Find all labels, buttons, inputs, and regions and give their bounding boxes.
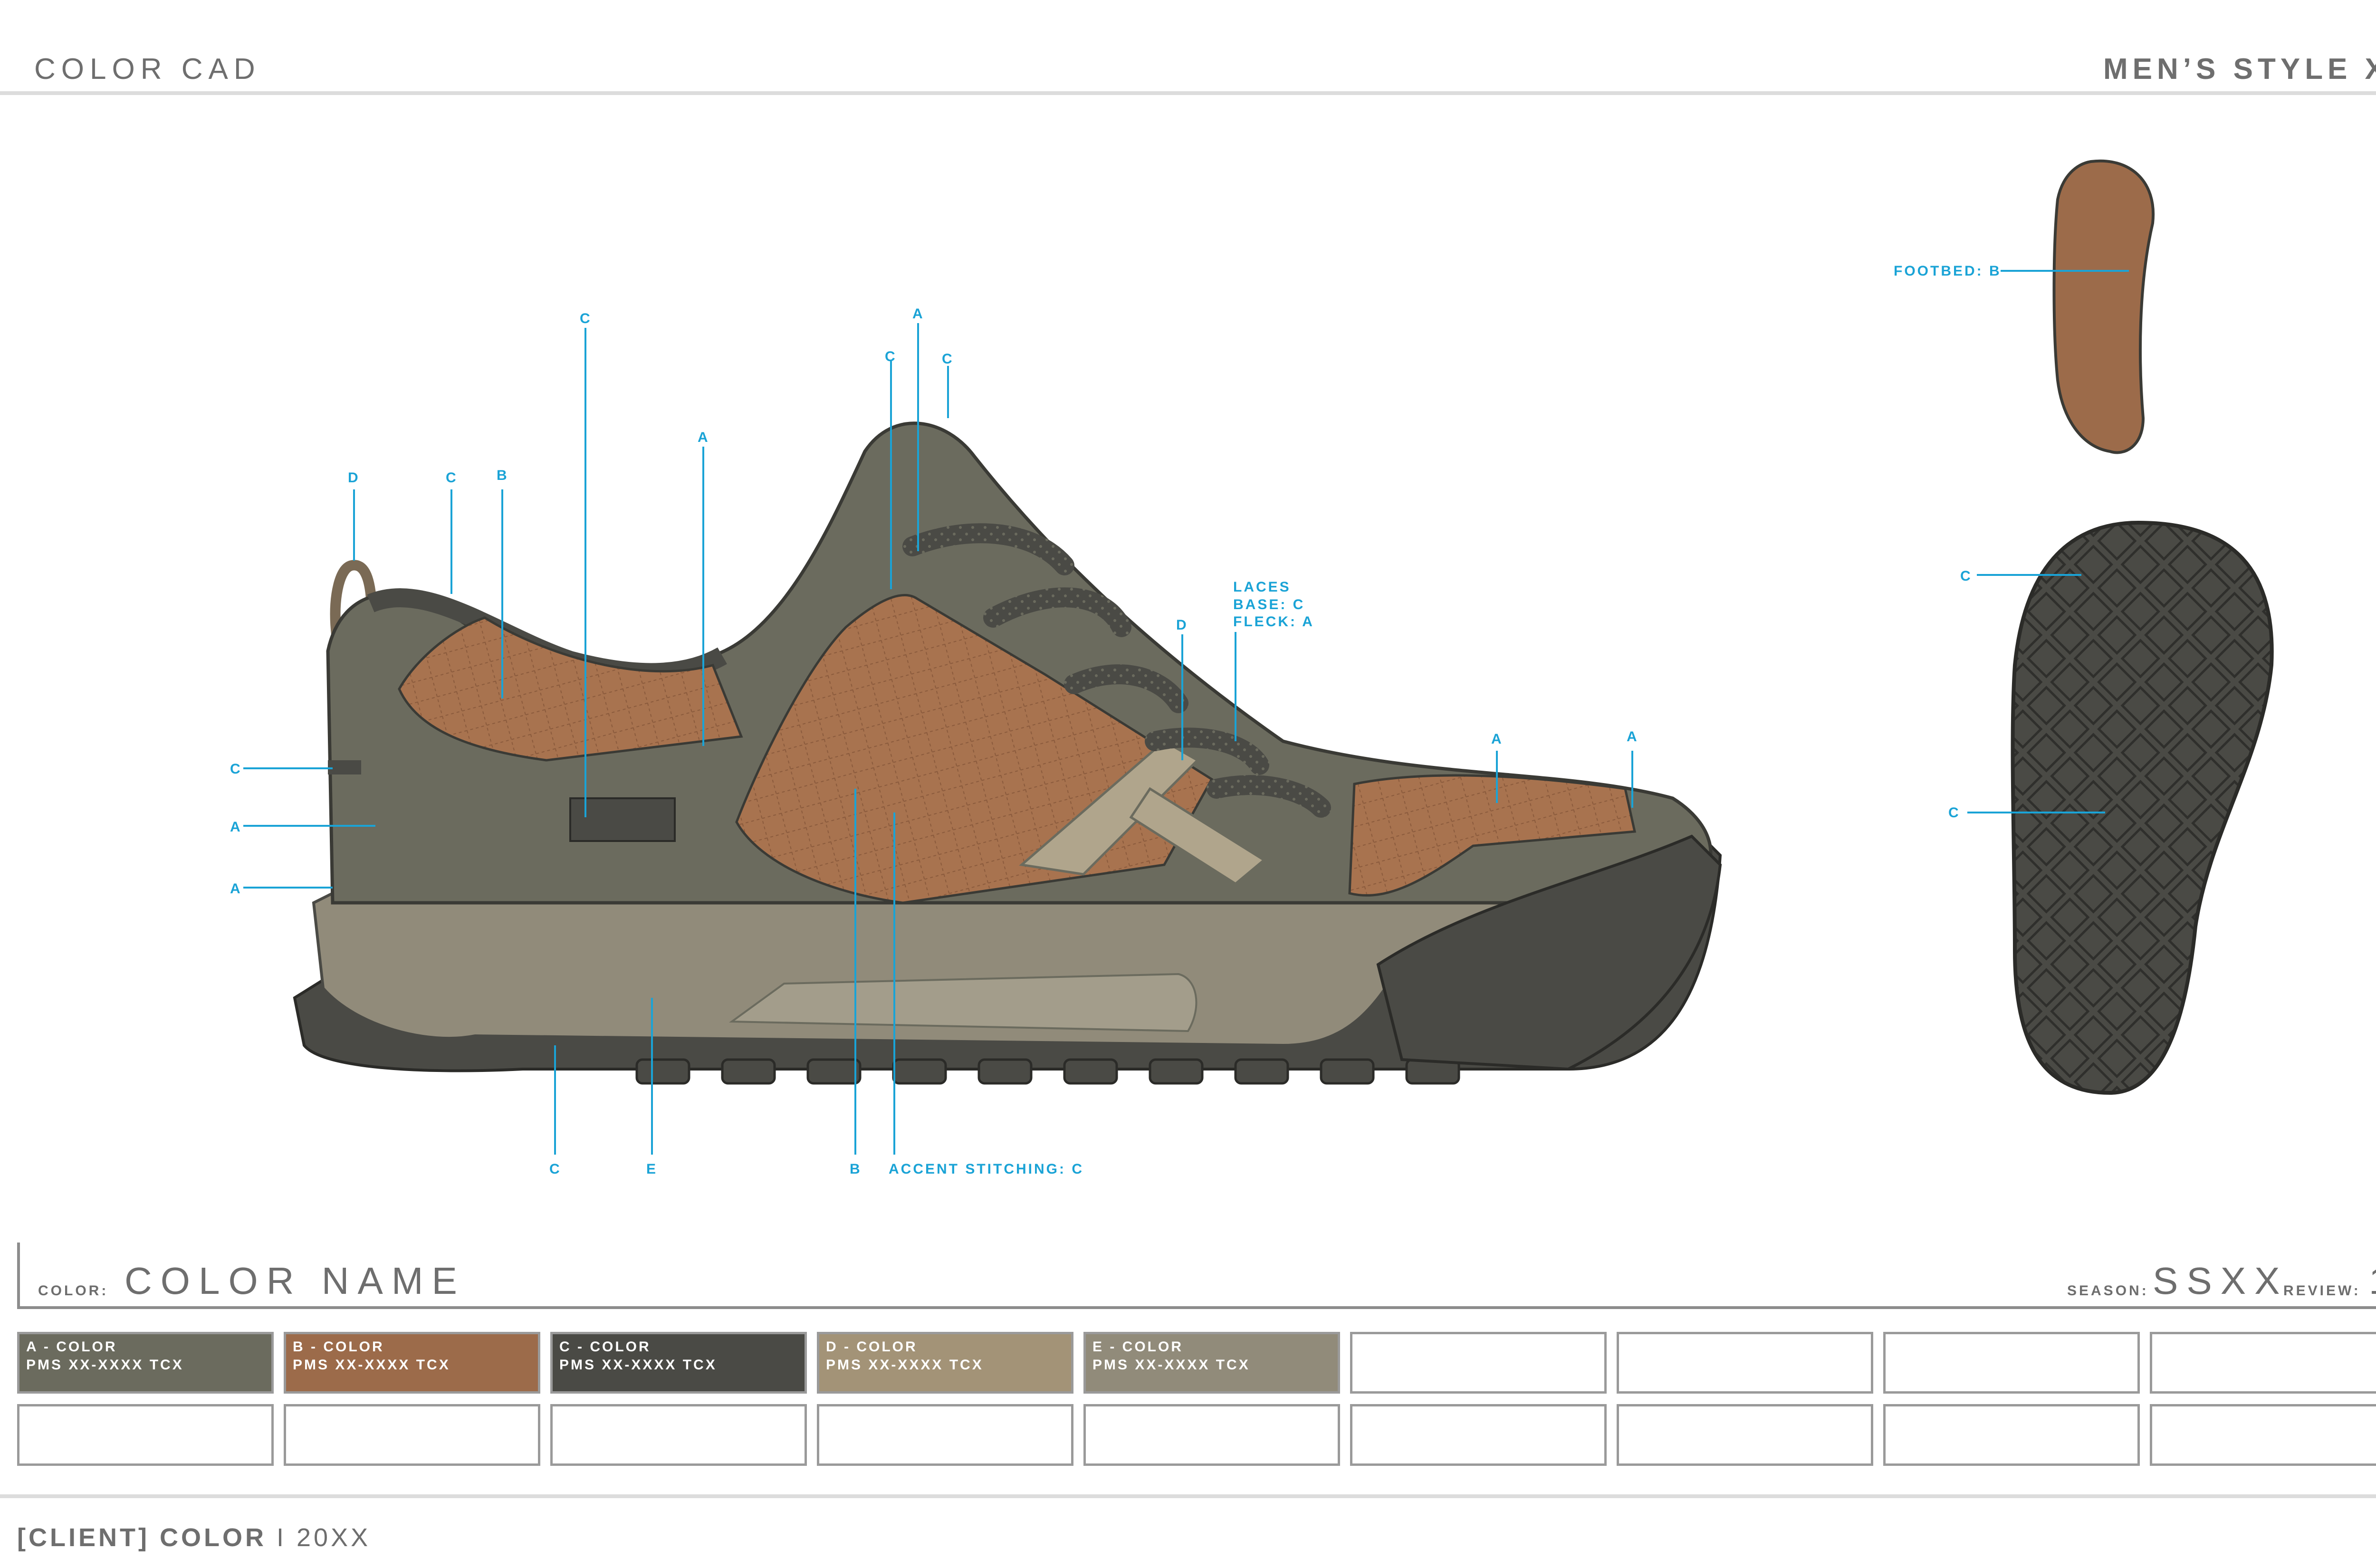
footbed [2052, 159, 2155, 454]
callout-a-toe2: A [1627, 729, 1639, 745]
callout-b-collar: B [497, 468, 509, 483]
season-label: SEASON: [2067, 1283, 2149, 1299]
swatch-empty [1883, 1404, 2140, 1466]
swatch-empty [550, 1404, 807, 1466]
swatch-empty [817, 1404, 1073, 1466]
swatch-empty [284, 1404, 540, 1466]
swatch-c-pms: PMS XX-XXXX TCX [559, 1357, 717, 1373]
callout-laces-1: LACES [1233, 579, 1291, 595]
callout-e-midsole: E [646, 1161, 658, 1177]
swatch-empty [1350, 1404, 1607, 1466]
swatch-empty [17, 1404, 274, 1466]
callout-a-midsole-wrap: A [230, 881, 242, 897]
swatch-a: A - COLOR PMS XX-XXXX TCX [17, 1332, 274, 1394]
callout-c-left-top: C [885, 349, 897, 364]
footer-brand: [CLIENT] COLOR [17, 1523, 267, 1552]
footer-year: 20XX [297, 1523, 371, 1552]
swatch-empty [1083, 1404, 1340, 1466]
swatch-d: D - COLOR PMS XX-XXXX TCX [817, 1332, 1073, 1394]
shoe-illustration: C A C C A D C B C A A LACES BASE: C FLEC… [230, 159, 2274, 1177]
callout-c-sole1: C [1960, 568, 1973, 584]
callout-c-sole2: C [1948, 805, 1961, 821]
callout-laces-3: FLECK: A [1233, 614, 1314, 630]
swatch-b: B - COLOR PMS XX-XXXX TCX [284, 1332, 540, 1394]
swatch-a-name: A - COLOR [26, 1339, 117, 1355]
swatch-e-name: E - COLOR [1092, 1339, 1183, 1355]
callout-c-outsole: C [549, 1161, 562, 1177]
review-label: REVIEW: [2283, 1283, 2361, 1299]
callout-footbed: FOOTBED: B [1894, 263, 2002, 279]
callout-d-strap: D [1176, 617, 1188, 633]
swatch-empty [1350, 1332, 1607, 1394]
footer-divider [0, 1494, 2376, 1498]
callout-a-upper: A [698, 430, 710, 445]
swatch-a-pms: PMS XX-XXXX TCX [26, 1357, 184, 1373]
callout-laces-2: BASE: C [1233, 597, 1305, 612]
callout-c-right-top: C [942, 351, 954, 367]
footer-separator: I [276, 1523, 287, 1552]
callout-accent-stitching: ACCENT STITCHING: C [889, 1161, 1084, 1177]
swatch-d-pms: PMS XX-XXXX TCX [826, 1357, 984, 1373]
review-value: 1 [2369, 1259, 2376, 1303]
swatch-b-name: B - COLOR [293, 1339, 384, 1355]
swatch-empty [2150, 1404, 2376, 1466]
season-value: SSXX [2153, 1260, 2289, 1302]
swatch-b-pms: PMS XX-XXXX TCX [293, 1357, 450, 1373]
swatch-empty [2150, 1332, 2376, 1394]
swatch-empty [1617, 1404, 1873, 1466]
callout-a-heel: A [230, 819, 242, 835]
sole-bottom-view [2011, 520, 2274, 1095]
callout-d-heel: D [348, 470, 360, 486]
swatch-empty [1617, 1332, 1873, 1394]
swatch-c-name: C - COLOR [559, 1339, 651, 1355]
callout-c-top: C [580, 311, 592, 326]
swatch-e-pms: PMS XX-XXXX TCX [1092, 1357, 1250, 1373]
callout-c-collar: C [446, 470, 458, 486]
color-label: COLOR: [38, 1283, 109, 1299]
swatch-empty [1883, 1332, 2140, 1394]
swatch-d-name: D - COLOR [826, 1339, 918, 1355]
swatch-e: E - COLOR PMS XX-XXXX TCX [1083, 1332, 1340, 1394]
heel-tab [328, 760, 361, 774]
color-name: COLOR NAME [125, 1260, 466, 1302]
callout-c-heel-tab: C [230, 761, 242, 777]
callout-b-vamp: B [850, 1161, 862, 1177]
callout-a-toe1: A [1491, 731, 1504, 747]
callout-a-top: A [912, 306, 925, 322]
swatch-c: C - COLOR PMS XX-XXXX TCX [550, 1332, 807, 1394]
footer: [CLIENT] COLOR I 20XX [17, 1523, 371, 1552]
